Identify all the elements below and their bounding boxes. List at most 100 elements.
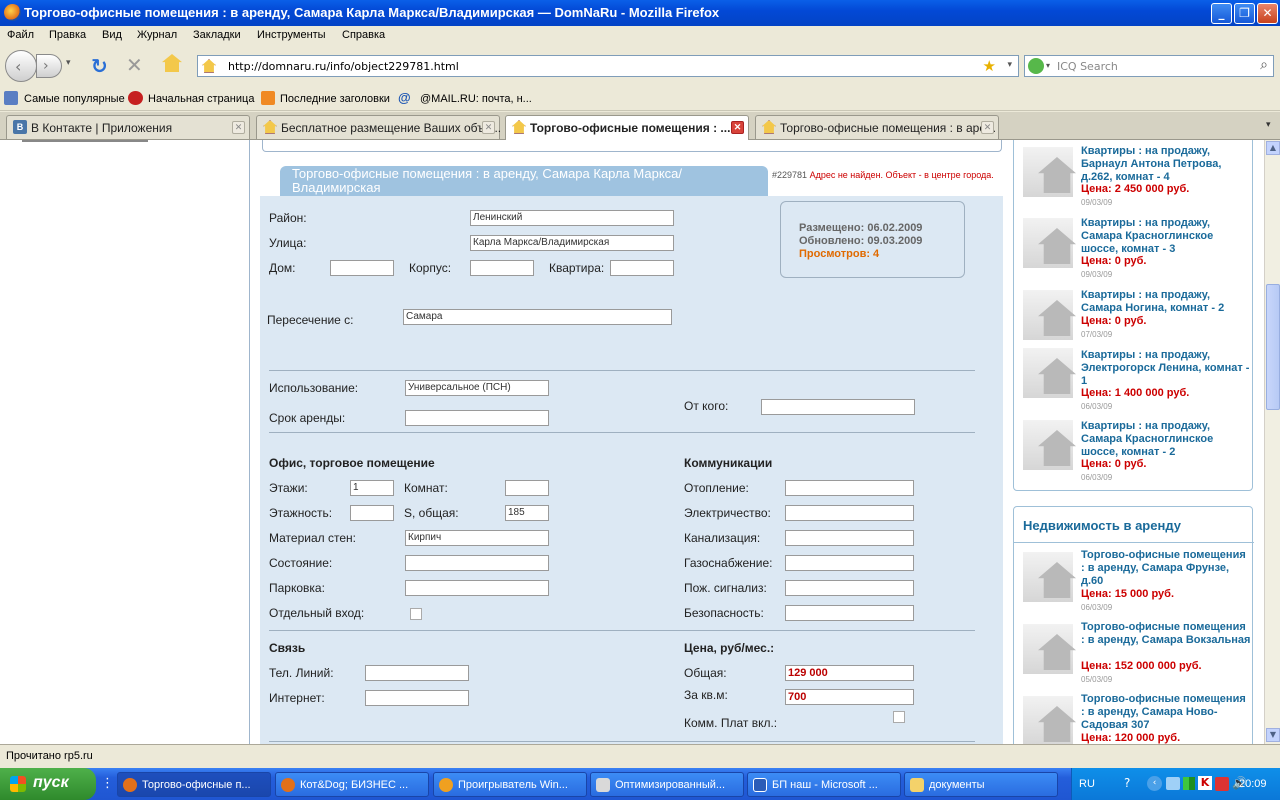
list-item[interactable]: Квартиры : на продажу, Самара Красноглин… [1014, 411, 1254, 483]
listing-thumbnail[interactable] [1023, 290, 1076, 340]
lease-term-field[interactable] [405, 410, 549, 426]
bookmark-mailru[interactable]: @MAIL.RU: почта, н... [420, 93, 532, 105]
tab-office-2[interactable]: Торгово-офисные помещения : в аре... ✕ [755, 115, 999, 139]
taskbar-media-player[interactable]: Проигрыватель Win... [433, 772, 587, 797]
list-item[interactable]: Квартиры : на продажу, Барнаул Антона Пе… [1014, 141, 1254, 213]
listing-title[interactable]: Квартиры : на продажу, Электрогорск Лени… [1081, 349, 1251, 388]
internet-field[interactable] [365, 690, 469, 706]
flat-field[interactable] [610, 260, 674, 276]
clock[interactable]: 20:09 [1239, 778, 1267, 790]
tab-office-active[interactable]: Торгово-офисные помещения : ... ✕ [505, 115, 749, 141]
electricity-field[interactable] [785, 505, 914, 521]
floors-field[interactable]: 1 [350, 480, 394, 496]
vertical-scrollbar[interactable]: ▲ ▼ [1264, 140, 1280, 744]
signal-icon[interactable] [1183, 777, 1195, 790]
tab-free-listing[interactable]: Бесплатное размещение Ваших объя... ✕ [256, 115, 501, 139]
condition-field[interactable] [405, 555, 549, 571]
icq-flower-icon[interactable] [1028, 58, 1044, 74]
menu-edit[interactable]: Правка [49, 29, 86, 41]
fire-alarm-field[interactable] [785, 580, 914, 596]
street-field[interactable]: Карла Маркса/Владимирская [470, 235, 674, 251]
language-indicator[interactable]: RU [1079, 778, 1095, 790]
separate-entrance-checkbox[interactable] [410, 608, 422, 620]
taskbar-firefox[interactable]: Торгово-офисные п... [117, 772, 271, 797]
list-item[interactable]: Торгово-офисные помещения : в аренду, Са… [1014, 547, 1254, 619]
phone-lines-field[interactable] [365, 665, 469, 681]
listing-title[interactable]: Квартиры : на продажу, Самара Ногина, ко… [1081, 289, 1251, 315]
start-button[interactable]: пуск [0, 768, 96, 800]
scroll-up-icon[interactable]: ▲ [1266, 141, 1280, 155]
list-item[interactable]: Квартиры : на продажу, Электрогорск Лени… [1014, 335, 1254, 411]
kaspersky-icon[interactable]: K [1198, 776, 1212, 790]
bookmark-most-visited[interactable]: Самые популярные [24, 93, 125, 105]
search-box[interactable]: ▾ ICQ Search ⌕ [1024, 55, 1274, 77]
menu-tools[interactable]: Инструменты [257, 29, 326, 41]
quick-launch-icon[interactable]: ⋮ [101, 776, 114, 791]
listing-thumbnail[interactable] [1023, 147, 1076, 197]
list-item[interactable]: Торгово-офисные помещения : в аренду, Са… [1014, 619, 1254, 691]
sewerage-field[interactable] [785, 530, 914, 546]
taskbar-word[interactable]: БП наш - Microsoft ... [747, 772, 901, 797]
tab-close-icon[interactable]: ✕ [731, 121, 744, 134]
cross-street-field[interactable]: Самара [403, 309, 672, 325]
bookmark-start-page[interactable]: Начальная страница [148, 93, 254, 105]
search-engine-dropdown-icon[interactable]: ▾ [1046, 61, 1050, 70]
area-field[interactable]: 185 [505, 505, 549, 521]
menu-file[interactable]: Файл [7, 29, 34, 41]
total-price-field[interactable]: 129 000 [785, 665, 914, 681]
stop-icon[interactable]: ✕ [126, 53, 143, 77]
list-item[interactable]: Квартиры : на продажу, Самара Красноглин… [1014, 213, 1254, 285]
taskbar-optimized[interactable]: Оптимизированный... [590, 772, 744, 797]
listing-title[interactable]: Квартиры : на продажу, Барнаул Антона Пе… [1081, 145, 1251, 184]
menu-history[interactable]: Журнал [137, 29, 177, 41]
parking-field[interactable] [405, 580, 549, 596]
network-icon[interactable] [1166, 777, 1180, 790]
listing-thumbnail[interactable] [1023, 218, 1076, 268]
heating-field[interactable] [785, 480, 914, 496]
search-icon[interactable]: ⌕ [1260, 57, 1268, 73]
listing-title[interactable]: Торгово-офисные помещения : в аренду, Са… [1081, 549, 1251, 588]
listing-thumbnail[interactable] [1023, 696, 1076, 744]
security-field[interactable] [785, 605, 914, 621]
wall-material-field[interactable]: Кирпич [405, 530, 549, 546]
tab-close-icon[interactable]: ✕ [232, 121, 245, 134]
close-button[interactable]: ✕ [1257, 3, 1278, 24]
listing-thumbnail[interactable] [1023, 552, 1076, 602]
listing-thumbnail[interactable] [1023, 420, 1076, 470]
tab-list-icon[interactable]: ▾ [1266, 120, 1271, 130]
storeys-field[interactable] [350, 505, 394, 521]
listing-title[interactable]: Квартиры : на продажу, Самара Красноглин… [1081, 217, 1251, 256]
help-icon[interactable]: ? [1124, 776, 1130, 790]
taskbar-documents[interactable]: документы [904, 772, 1058, 797]
minimize-button[interactable]: _ [1211, 3, 1232, 24]
bookmark-latest-headlines[interactable]: Последние заголовки [280, 93, 390, 105]
gas-field[interactable] [785, 555, 914, 571]
url-bar[interactable]: http://domnaru.ru/info/object229781.html… [197, 55, 1019, 77]
listing-thumbnail[interactable] [1023, 348, 1076, 398]
forward-button[interactable]: › [36, 54, 62, 78]
price-per-sqm-field[interactable]: 700 [785, 689, 914, 705]
listing-title[interactable]: Квартиры : на продажу, Самара Красноглин… [1081, 420, 1251, 459]
listing-title[interactable]: Торгово-офисные помещения : в аренду, Са… [1081, 621, 1251, 647]
korpus-field[interactable] [470, 260, 534, 276]
back-button[interactable]: ‹ [5, 50, 37, 82]
usage-field[interactable]: Универсальное (ПСН) [405, 380, 549, 396]
rooms-field[interactable] [505, 480, 549, 496]
reload-icon[interactable]: ↻ [91, 54, 108, 78]
home-icon[interactable] [162, 54, 182, 72]
utilities-included-checkbox[interactable] [893, 711, 905, 723]
district-field[interactable]: Ленинский [470, 210, 674, 226]
listing-thumbnail[interactable] [1023, 624, 1076, 674]
menu-help[interactable]: Справка [342, 29, 385, 41]
scroll-thumb[interactable] [1266, 284, 1280, 410]
url-dropdown-icon[interactable]: ▾ [1007, 60, 1012, 70]
antivirus-icon[interactable] [1215, 777, 1229, 791]
tab-close-icon[interactable]: ✕ [482, 121, 495, 134]
bookmark-star-icon[interactable]: ★ [983, 57, 996, 75]
listing-title[interactable]: Торгово-офисные помещения : в аренду, Са… [1081, 693, 1251, 732]
house-field[interactable] [330, 260, 394, 276]
maximize-button[interactable]: ❐ [1234, 3, 1255, 24]
url-text[interactable]: http://domnaru.ru/info/object229781.html [228, 60, 459, 73]
search-placeholder[interactable]: ICQ Search [1057, 60, 1118, 73]
tab-close-icon[interactable]: ✕ [981, 121, 994, 134]
